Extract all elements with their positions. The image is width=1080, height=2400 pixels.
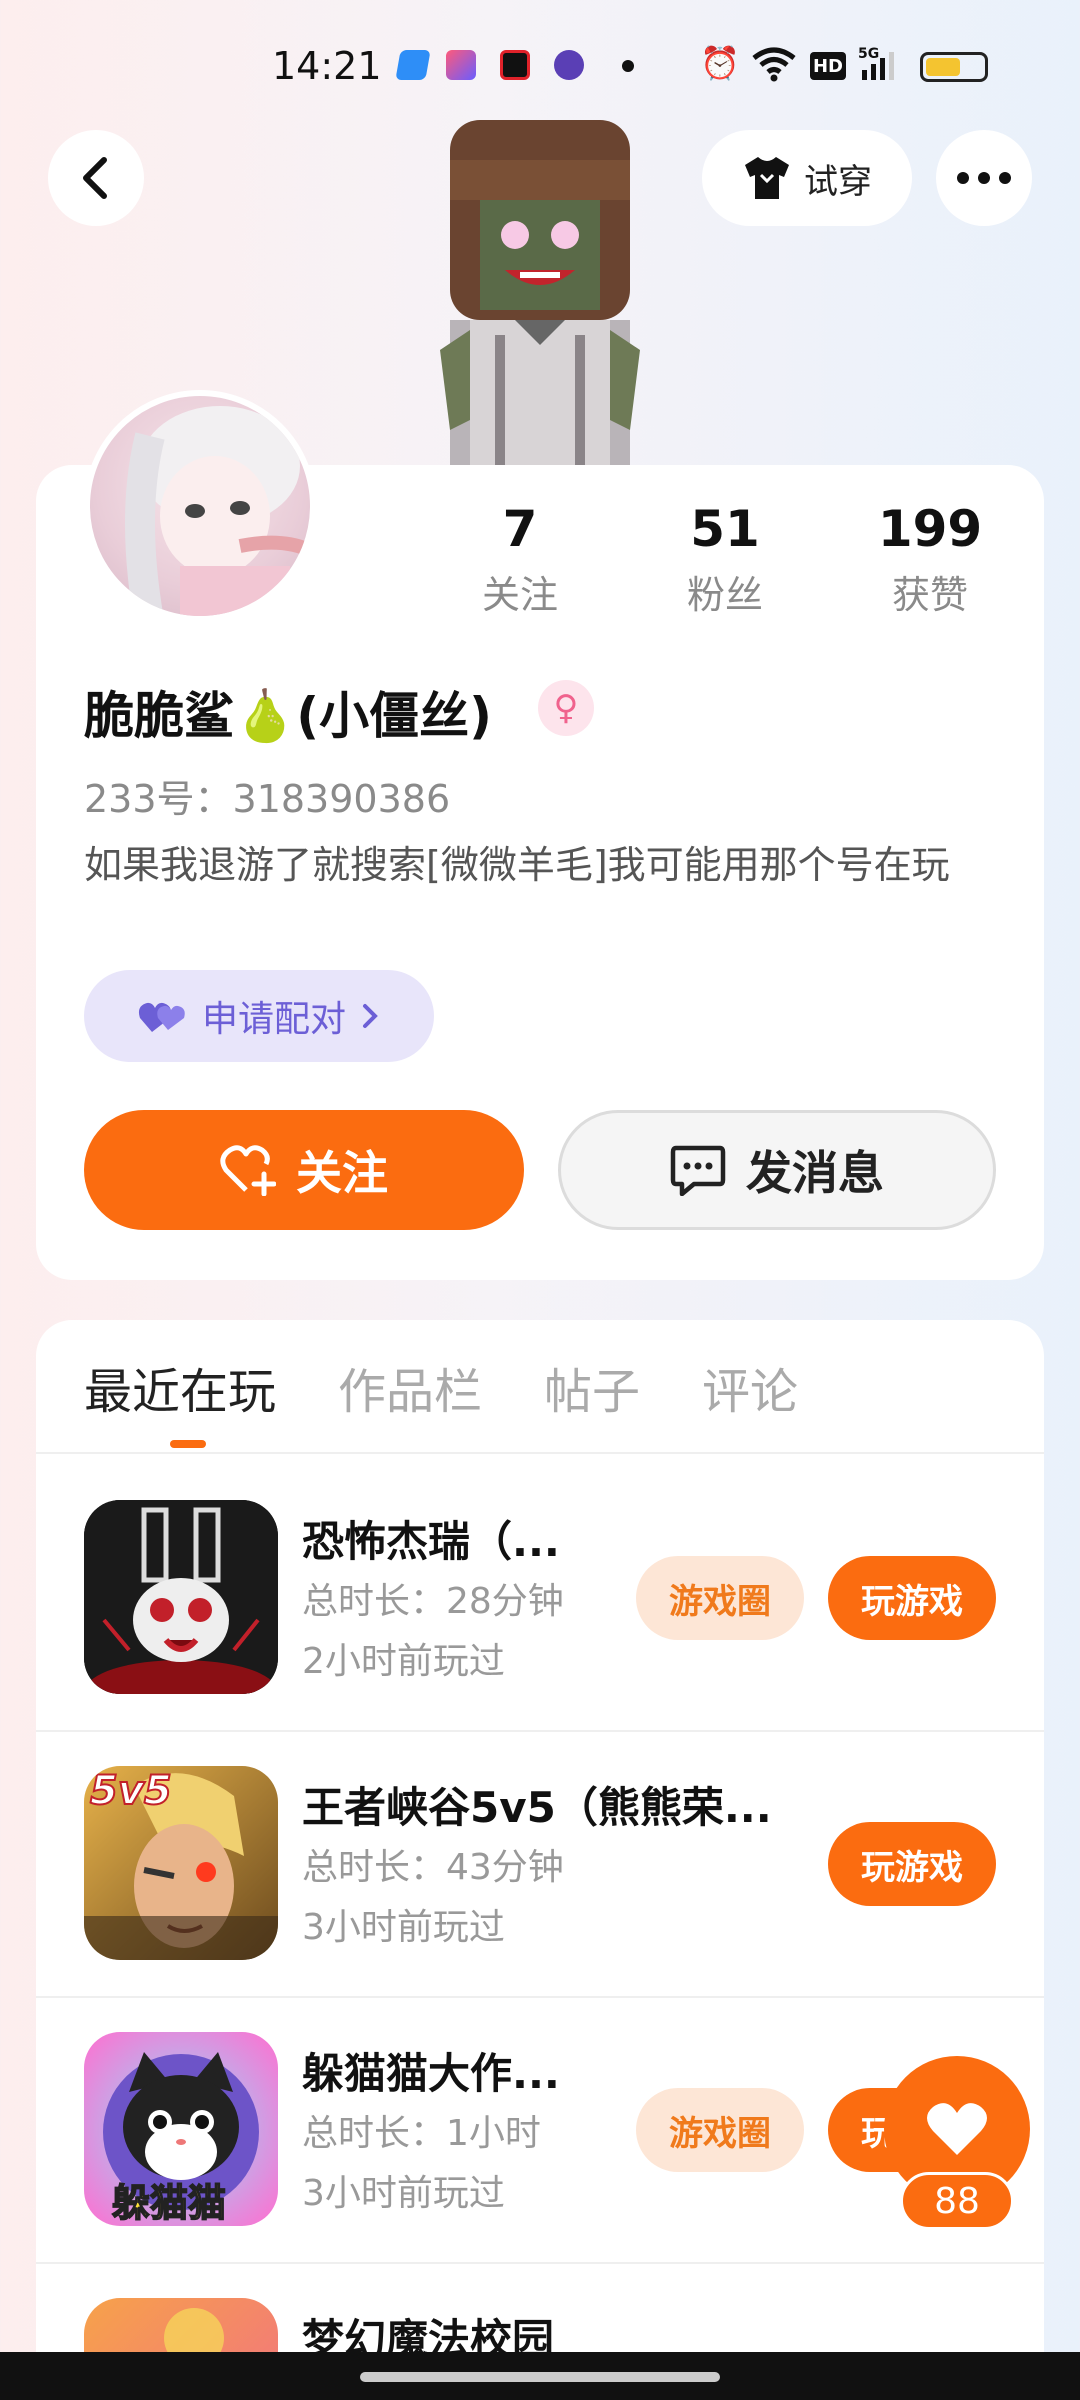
female-gender-icon: ♀ xyxy=(538,680,594,736)
status-bar: 14:21 ⏰ HD 5G xyxy=(0,0,1080,130)
game-circle-button[interactable]: 游戏圈 xyxy=(636,2088,804,2172)
app-icon-shortcut xyxy=(446,50,476,80)
game-last-played: 3小时前玩过 xyxy=(302,2173,505,2214)
app-icon-blue xyxy=(395,50,431,80)
user-id[interactable]: 233号：318390386 xyxy=(84,768,450,823)
dot-icon xyxy=(622,60,634,72)
user-avatar[interactable] xyxy=(84,390,316,622)
game-duration: 总时长：43分钟 xyxy=(302,1847,564,1888)
game-row[interactable]: 恐怖杰瑞（... 总时长：28分钟 2小时前玩过 游戏圈 玩游戏 xyxy=(36,1454,1044,1720)
game-row[interactable]: 5v5 王者峡谷5v5（熊熊荣... 总时长：43分钟 3小时前玩过 玩游戏 xyxy=(36,1720,1044,1986)
stat-likes[interactable]: 199 获赞 xyxy=(845,500,1015,619)
game-icon xyxy=(84,2298,278,2352)
chevron-right-icon xyxy=(363,1004,378,1028)
vpn-icon xyxy=(554,50,584,80)
game-duration: 总时长：28分钟 xyxy=(302,1581,564,1622)
game-icon-badge: 5v5 xyxy=(89,1767,173,1815)
tab-recently-played[interactable]: 最近在玩 xyxy=(84,1352,276,1422)
svg-text:5G: 5G xyxy=(858,46,879,62)
tab-comments[interactable]: 评论 xyxy=(702,1352,798,1422)
game-row[interactable]: 梦幻魔法校园 xyxy=(36,2252,1044,2352)
game-icon: 躲猫猫 xyxy=(84,2032,278,2226)
like-count: 88 xyxy=(900,2172,1014,2230)
game-title: 王者峡谷5v5（熊熊荣... xyxy=(302,1783,772,1832)
game-icon: 5v5 xyxy=(84,1766,278,1960)
battery-icon xyxy=(920,52,988,82)
record-icon xyxy=(500,50,530,80)
game-icon-badge: 躲猫猫 xyxy=(111,2180,227,2226)
username: 脆脆鲨🍐(小僵丝) xyxy=(84,687,492,745)
user-bio: 如果我退游了就搜索[微微羊毛]我可能用那个号在玩 xyxy=(84,843,950,887)
try-on-button[interactable]: 试穿 xyxy=(702,130,912,226)
followers-label: 粉丝 xyxy=(686,573,763,617)
game-duration: 总时长：1小时 xyxy=(302,2113,541,2154)
game-title: 梦幻魔法校园 xyxy=(302,2315,555,2352)
alarm-icon: ⏰ xyxy=(700,44,740,82)
game-circle-button[interactable]: 游戏圈 xyxy=(636,1556,804,1640)
send-message-label: 发消息 xyxy=(746,1146,884,1200)
play-game-button[interactable]: 玩游戏 xyxy=(828,1556,996,1640)
game-title: 躲猫猫大作... xyxy=(302,2049,560,2098)
active-tab-indicator xyxy=(170,1440,206,1448)
chevron-left-icon xyxy=(83,157,107,199)
heart-plus-icon xyxy=(220,1145,276,1196)
profile-tabs: 最近在玩 作品栏 帖子 评论 xyxy=(84,1352,798,1422)
tab-works[interactable]: 作品栏 xyxy=(338,1352,482,1422)
status-time: 14:21 xyxy=(272,44,382,88)
request-pair-button[interactable]: 申请配对 xyxy=(84,970,434,1062)
game-icon xyxy=(84,1500,278,1694)
more-button[interactable] xyxy=(936,130,1032,226)
magic-school-icon xyxy=(164,2308,224,2352)
game-title: 恐怖杰瑞（... xyxy=(302,1517,560,1566)
double-heart-icon xyxy=(138,1002,185,1032)
send-message-button[interactable]: 发消息 xyxy=(558,1110,996,1230)
battery-fill xyxy=(926,58,960,76)
try-on-label: 试穿 xyxy=(804,161,872,202)
likes-label: 获赞 xyxy=(891,573,968,617)
more-dots-icon xyxy=(957,172,1011,184)
stat-following[interactable]: 7 关注 xyxy=(435,500,605,619)
wifi-icon xyxy=(752,46,796,86)
following-label: 关注 xyxy=(481,573,558,617)
play-game-button[interactable]: 玩游戏 xyxy=(828,1822,996,1906)
stat-followers[interactable]: 51 粉丝 xyxy=(640,500,810,619)
game-last-played: 2小时前玩过 xyxy=(302,1641,505,1682)
heart-icon xyxy=(927,2103,987,2155)
followers-count: 51 xyxy=(690,500,760,558)
likes-count: 199 xyxy=(877,500,983,558)
signal-5g-icon: 5G xyxy=(858,44,902,88)
home-indicator[interactable] xyxy=(360,2372,720,2382)
following-count: 7 xyxy=(502,500,538,558)
horror-bunny-icon xyxy=(84,1500,278,1694)
tshirt-icon xyxy=(745,157,789,199)
game-last-played: 3小时前玩过 xyxy=(302,1907,505,1948)
back-button[interactable] xyxy=(48,130,144,226)
tab-posts[interactable]: 帖子 xyxy=(544,1352,640,1422)
request-pair-label: 申请配对 xyxy=(201,999,346,1040)
chat-bubble-icon xyxy=(670,1145,726,1196)
character-avatar-image xyxy=(440,120,640,465)
hd-icon: HD xyxy=(810,52,846,80)
follow-label: 关注 xyxy=(296,1146,388,1200)
follow-button[interactable]: 关注 xyxy=(84,1110,524,1230)
